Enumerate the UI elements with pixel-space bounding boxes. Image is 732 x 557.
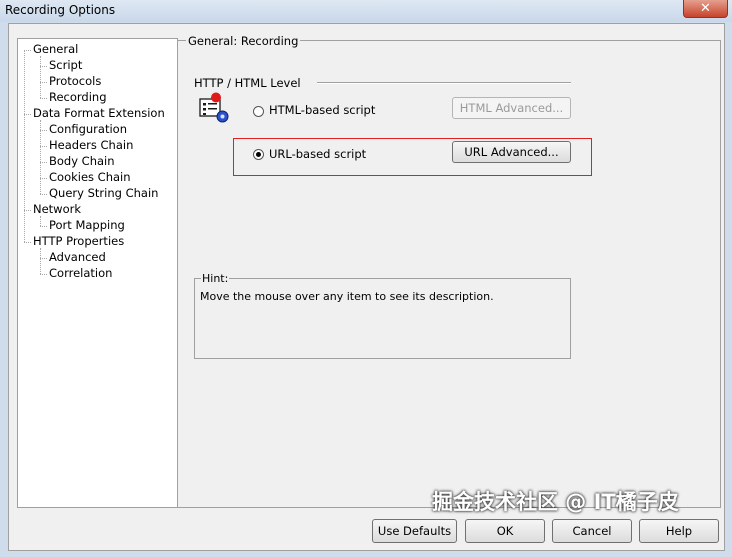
tree-child-branch — [40, 82, 47, 83]
url-based-script-label[interactable]: URL-based script — [269, 147, 366, 161]
tree-child-branch — [40, 178, 47, 179]
ok-button[interactable]: OK — [465, 519, 545, 543]
help-button[interactable]: Help — [639, 519, 719, 543]
html-based-script-radio[interactable] — [253, 106, 264, 117]
tree-child-connector — [40, 216, 41, 226]
tree-child-branch — [40, 274, 47, 275]
url-advanced-button[interactable]: URL Advanced... — [452, 141, 571, 163]
tree-item-query-string-chain[interactable]: Query String Chain — [49, 186, 158, 200]
tree-child-connector — [40, 56, 41, 98]
tree-root-branch — [24, 114, 31, 115]
window-title: Recording Options — [5, 3, 116, 17]
tree-root-branch — [24, 50, 31, 51]
tree-child-connector — [40, 120, 41, 194]
hint-label: Hint: — [201, 272, 230, 285]
tree-root-connector — [24, 50, 25, 242]
tree-item-body-chain[interactable]: Body Chain — [49, 154, 115, 168]
close-button[interactable]: ✕ — [683, 0, 728, 18]
level-divider — [317, 82, 571, 84]
tree-child-branch — [40, 226, 47, 227]
tree-item-advanced[interactable]: Advanced — [49, 250, 106, 264]
url-based-script-radio[interactable] — [253, 149, 264, 160]
tree-item-data-format-extension[interactable]: Data Format Extension — [33, 106, 165, 120]
panel-title: General: Recording — [186, 34, 301, 48]
use-defaults-button[interactable]: Use Defaults — [372, 519, 457, 543]
close-icon: ✕ — [700, 1, 711, 16]
title-bar: Recording Options ✕ — [0, 0, 732, 22]
tree-item-protocols[interactable]: Protocols — [49, 74, 101, 88]
http-html-level-label: HTTP / HTML Level — [194, 76, 301, 90]
tree-child-branch — [40, 194, 47, 195]
tree-child-branch — [40, 258, 47, 259]
tree-child-branch — [40, 98, 47, 99]
tree-item-correlation[interactable]: Correlation — [49, 266, 112, 280]
tree-item-http-properties[interactable]: HTTP Properties — [33, 234, 124, 248]
tree-child-branch — [40, 162, 47, 163]
tree-item-script[interactable]: Script — [49, 58, 82, 72]
tree-item-recording[interactable]: Recording — [49, 90, 107, 104]
tree-child-branch — [40, 66, 47, 67]
tree-item-configuration[interactable]: Configuration — [49, 122, 127, 136]
tree-item-general[interactable]: General — [33, 42, 78, 56]
tree-item-cookies-chain[interactable]: Cookies Chain — [49, 170, 131, 184]
watermark: 掘金技术社区 @ IT橘子皮 — [432, 490, 679, 514]
tree-child-branch — [40, 130, 47, 131]
options-tree[interactable]: General Script Protocols Recording Data Form… — [17, 38, 178, 508]
hint-text: Move the mouse over any item to see its … — [200, 290, 494, 303]
cancel-button[interactable]: Cancel — [552, 519, 632, 543]
tree-item-network[interactable]: Network — [33, 202, 81, 216]
script-settings-icon — [199, 92, 229, 123]
tree-item-headers-chain[interactable]: Headers Chain — [49, 138, 133, 152]
dialog-body: General Script Protocols Recording Data Form… — [8, 23, 725, 551]
html-based-script-label[interactable]: HTML-based script — [269, 103, 375, 117]
tree-child-branch — [40, 146, 47, 147]
tree-child-connector — [40, 248, 41, 274]
tree-root-branch — [24, 242, 31, 243]
tree-item-port-mapping[interactable]: Port Mapping — [49, 218, 125, 232]
html-advanced-button[interactable]: HTML Advanced... — [452, 97, 571, 119]
tree-root-branch — [24, 210, 31, 211]
